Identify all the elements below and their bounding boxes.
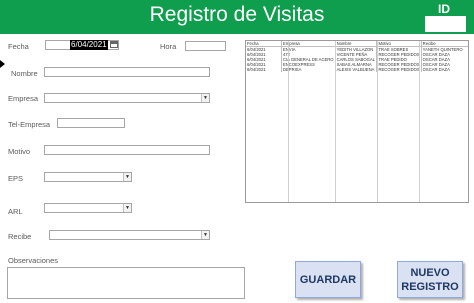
- tel-empresa-label: Tel-Empresa: [8, 120, 51, 129]
- table-cell: OSCAR DAZA: [420, 67, 468, 72]
- empresa-select[interactable]: ▼: [44, 93, 210, 103]
- chevron-down-icon[interactable]: ▼: [123, 173, 131, 181]
- column-divider: [419, 41, 421, 202]
- nombre-input[interactable]: [44, 67, 210, 77]
- row-selector-marker: [0, 60, 5, 68]
- visits-grid: Fecha Empresa Nombre Motivo Recibe 6/04/…: [246, 41, 468, 72]
- table-cell: RECOGER PEDIDOS: [376, 67, 422, 72]
- column-divider: [376, 41, 378, 202]
- empresa-label: Empresa: [8, 94, 39, 103]
- hora-input[interactable]: [185, 41, 226, 51]
- column-divider: [288, 41, 290, 202]
- recibe-label: Recibe: [8, 232, 32, 241]
- chevron-down-icon[interactable]: ▼: [201, 231, 209, 239]
- observaciones-label: Observaciones: [8, 256, 59, 265]
- table-cell: ALEXIS VALBUENA: [334, 67, 377, 72]
- page-title: Registro de Visitas: [149, 3, 325, 26]
- nuevo-registro-button[interactable]: NUEVO REGISTRO: [397, 261, 463, 298]
- recibe-select[interactable]: ▼: [49, 230, 210, 240]
- motivo-label: Motivo: [8, 147, 31, 156]
- arl-label: ARL: [8, 207, 23, 216]
- table-cell: DEPRISA: [280, 67, 336, 72]
- eps-select[interactable]: ▼: [44, 172, 132, 182]
- motivo-input[interactable]: [44, 145, 210, 155]
- hora-label: Hora: [160, 42, 177, 51]
- table-cell: 6/04/2021: [247, 67, 266, 72]
- nuevo-registro-label-line1: NUEVO: [410, 267, 450, 279]
- eps-label: EPS: [8, 174, 24, 183]
- guardar-button[interactable]: GUARDAR: [295, 261, 361, 298]
- id-field[interactable]: [425, 16, 466, 32]
- nombre-label: Nombre: [11, 69, 38, 78]
- visits-table[interactable]: Fecha Empresa Nombre Motivo Recibe 6/04/…: [245, 40, 469, 203]
- table-row[interactable]: 6/04/2021 DEPRISA ALEXIS VALBUENA RECOGE…: [246, 67, 468, 72]
- column-divider: [334, 41, 336, 202]
- fecha-label: Fecha: [8, 42, 29, 51]
- observaciones-textarea[interactable]: [7, 267, 245, 299]
- chevron-down-icon[interactable]: ▼: [201, 94, 209, 102]
- fecha-value[interactable]: 6/04/2021: [70, 40, 108, 50]
- chevron-down-icon[interactable]: ▼: [123, 204, 131, 212]
- tel-empresa-input[interactable]: [57, 118, 125, 128]
- nuevo-registro-label-line2: REGISTRO: [401, 281, 459, 293]
- arl-select[interactable]: ▼: [44, 203, 132, 213]
- id-label: ID: [438, 2, 450, 16]
- calendar-icon[interactable]: [110, 41, 118, 48]
